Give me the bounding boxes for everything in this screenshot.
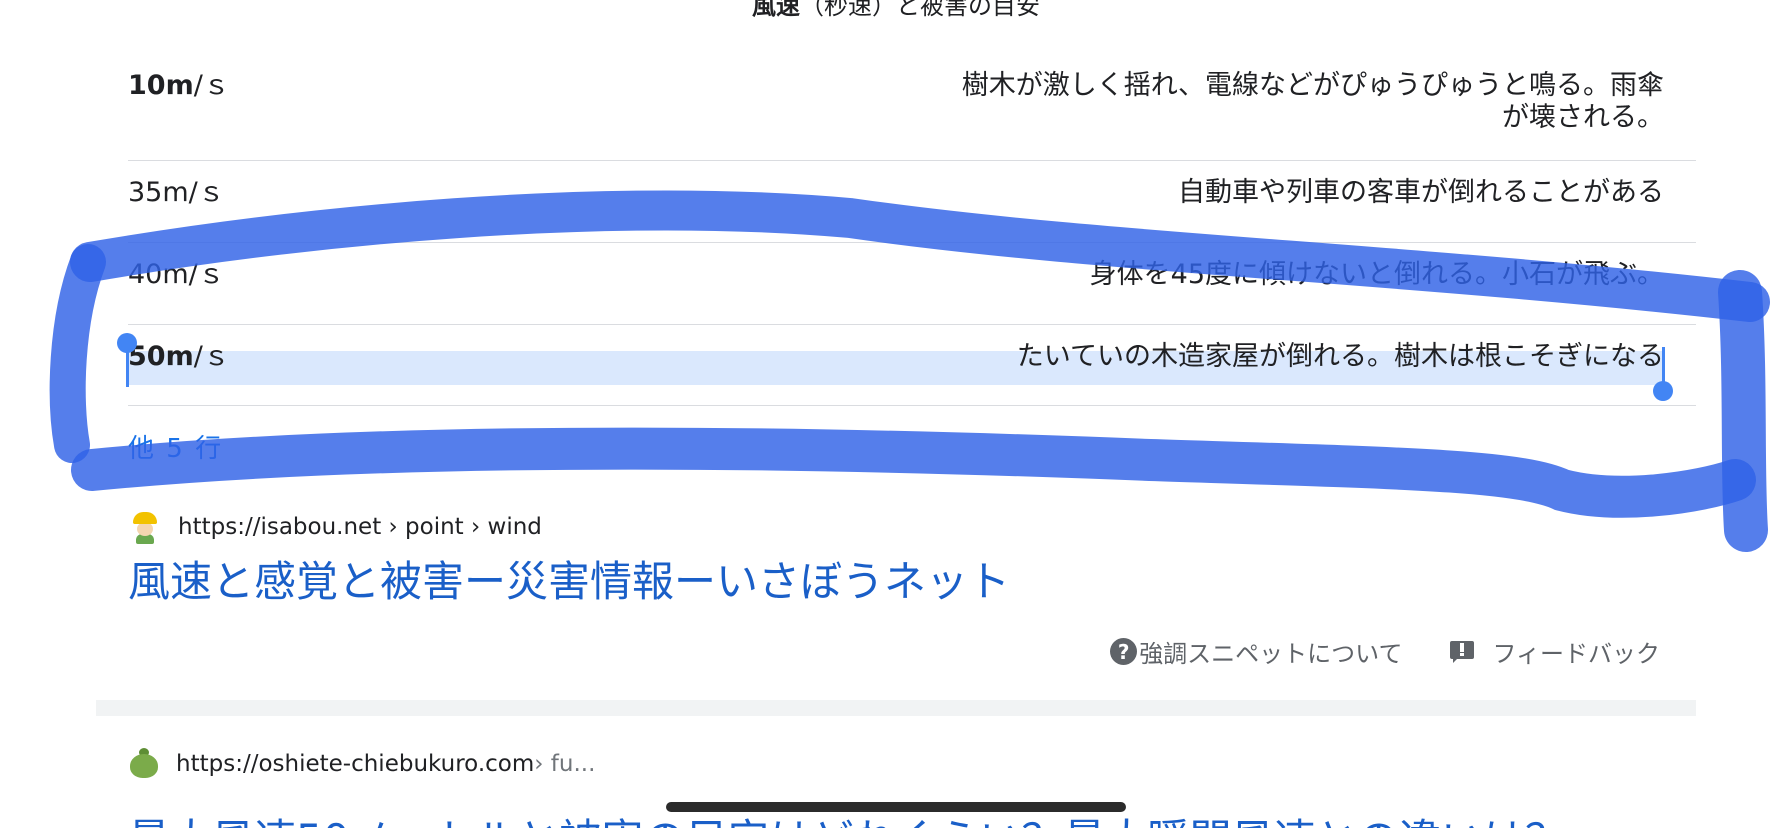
- oshiete-favicon-icon: [128, 748, 160, 780]
- more-rows-link[interactable]: 他 5 行: [128, 428, 223, 465]
- wind-damage-table: 10m/ｓ 樹木が激しく揺れ、電線などがぴゅうぴゅうと鳴る。雨傘が壊される。 3…: [117, 48, 1696, 406]
- result-source[interactable]: https://isabou.net › point › wind: [128, 510, 542, 544]
- result-url: https://isabou.net › point › wind: [178, 514, 542, 540]
- speed-unit: /ｓ: [193, 70, 230, 101]
- table-row-selected[interactable]: 50m/ｓ たいていの木造家屋が倒れる。樹木は根こそぎになる: [117, 325, 1696, 406]
- table-row: 10m/ｓ 樹木が激しく揺れ、電線などがぴゅうぴゅうと鳴る。雨傘が壊される。: [128, 48, 1696, 161]
- wind-speed-cell: 10m/ｓ: [128, 70, 230, 102]
- result-breadcrumb: › fu...: [534, 751, 596, 777]
- damage-cell: 自動車や列車の客車が倒れることがある: [1178, 177, 1664, 208]
- table-row: 35m/ｓ 自動車や列車の客車が倒れることがある: [128, 161, 1696, 243]
- speed-number: 35m: [128, 177, 189, 208]
- results-divider: [96, 700, 1696, 716]
- isabou-favicon-icon: [128, 510, 162, 544]
- help-circle-icon: ?: [1110, 638, 1138, 665]
- speed-number: 40m: [128, 259, 189, 290]
- speed-unit: /ｓ: [193, 341, 230, 372]
- feedback-link[interactable]: フィードバック: [1492, 634, 1660, 669]
- feedback-icon: [1450, 640, 1475, 663]
- speed-unit: /ｓ: [188, 259, 225, 290]
- result-url: https://oshiete-chiebukuro.com: [176, 751, 535, 777]
- damage-cell: たいていの木造家屋が倒れる。樹木は根こそぎになる: [1016, 341, 1664, 372]
- about-snippet-link[interactable]: 強調スニペットについて: [1139, 634, 1402, 669]
- table-row: 40m/ｓ 身体を45度に傾けないと倒れる。小石が飛ぶ。: [128, 243, 1696, 325]
- wind-speed-cell: 40m/ｓ: [128, 259, 225, 291]
- table-caption: 風速（秒速）と被害の目安: [0, 0, 1792, 21]
- snippet-footer: ? 強調スニペットについて フィードバック: [1110, 634, 1660, 669]
- home-indicator[interactable]: [666, 802, 1126, 812]
- selection-end-handle[interactable]: [1653, 347, 1673, 401]
- wind-speed-cell: 35m/ｓ: [128, 177, 225, 209]
- wind-speed-cell: 50m/ｓ: [128, 341, 230, 373]
- speed-number: 10m: [128, 70, 194, 101]
- selection-start-handle[interactable]: [117, 333, 137, 387]
- caption-bold: 風速: [752, 0, 800, 20]
- result-source[interactable]: https://oshiete-chiebukuro.com › fu...: [128, 748, 595, 780]
- speed-unit: /ｓ: [188, 177, 225, 208]
- damage-cell: 樹木が激しく揺れ、電線などがぴゅうぴゅうと鳴る。雨傘が壊される。: [961, 70, 1664, 133]
- caption-rest: （秒速）と被害の目安: [800, 0, 1040, 20]
- search-results-page: 風速（秒速）と被害の目安 10m/ｓ 樹木が激しく揺れ、電線などがぴゅうぴゅうと…: [0, 0, 1792, 828]
- result-title-link[interactable]: 風速と感覚と被害ー災害情報ーいさぼうネット: [128, 548, 1010, 609]
- damage-cell: 身体を45度に傾けないと倒れる。小石が飛ぶ。: [1089, 259, 1664, 290]
- speed-number: 50m: [128, 341, 194, 372]
